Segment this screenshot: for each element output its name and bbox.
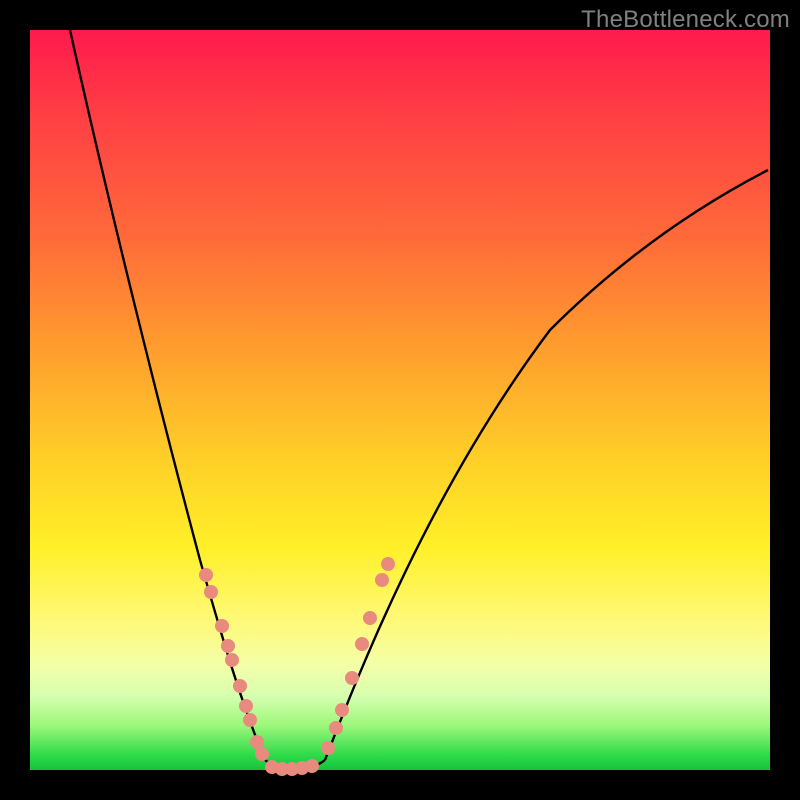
dot <box>221 639 235 653</box>
dot <box>199 568 213 582</box>
dot <box>250 735 264 749</box>
dot <box>225 653 239 667</box>
bottleneck-curve-svg <box>30 30 770 770</box>
dot <box>355 637 369 651</box>
outer-frame: TheBottleneck.com <box>0 0 800 800</box>
plot-area <box>30 30 770 770</box>
dot <box>345 671 359 685</box>
dot <box>204 585 218 599</box>
dot <box>243 713 257 727</box>
dot <box>381 557 395 571</box>
dot <box>375 573 389 587</box>
highlight-dots <box>199 557 395 776</box>
dot <box>239 699 253 713</box>
dot <box>363 611 377 625</box>
dot <box>255 747 269 761</box>
dot <box>335 703 349 717</box>
curve-left-branch <box>70 30 265 760</box>
dot <box>233 679 247 693</box>
dot <box>305 759 319 773</box>
dot <box>329 721 343 735</box>
dot <box>321 741 335 755</box>
dot <box>215 619 229 633</box>
curve-right-branch <box>325 170 768 760</box>
